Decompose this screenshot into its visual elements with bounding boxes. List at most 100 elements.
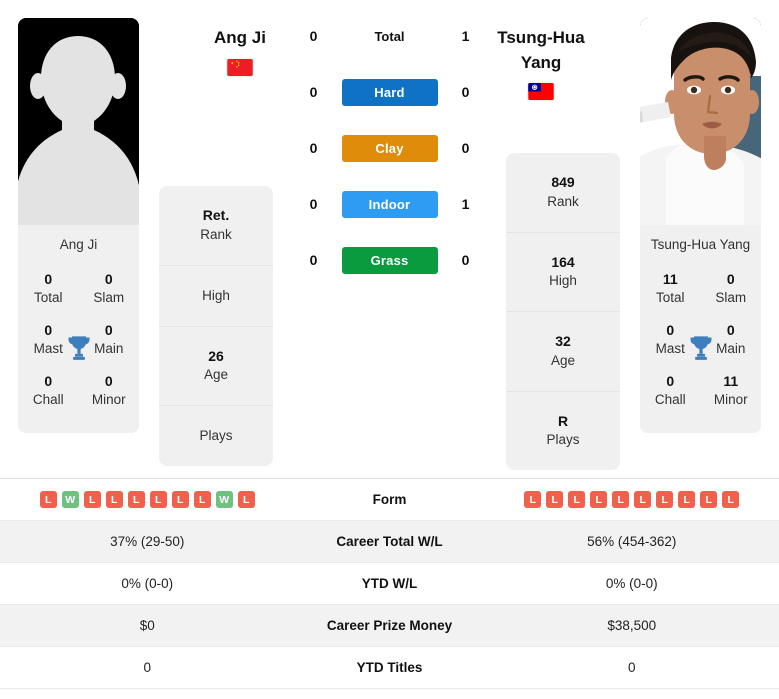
h2h-badge-hard-wrap: Hard	[341, 78, 438, 106]
surface-badge-indoor[interactable]: Indoor	[341, 190, 438, 218]
form-badge-loss[interactable]: L	[105, 491, 123, 508]
left-info-column: Ret. Rank High 26 Age Plays	[157, 8, 275, 470]
info-value: 26	[208, 347, 224, 364]
form-badge-loss[interactable]: L	[612, 491, 630, 508]
table-row: 37% (29-50) Career Total W/L 56% (454-36…	[0, 521, 779, 563]
left-stat-minor: 0 Minor	[79, 366, 140, 417]
form-badge-loss[interactable]: L	[83, 491, 101, 508]
h2h-left-value: 0	[309, 196, 318, 212]
left-photo-caption: Ang Ji	[18, 225, 139, 262]
form-badge-loss[interactable]: L	[237, 491, 255, 508]
left-info-age: 26 Age	[159, 327, 273, 407]
right-info-high: 164 High	[506, 233, 620, 313]
left-player-name: Ang Ji	[214, 28, 266, 47]
row-label-form: Form	[372, 492, 407, 507]
cell-right: $38,500	[607, 618, 657, 633]
info-label: Plays	[199, 428, 233, 444]
form-badge-win[interactable]: W	[215, 491, 233, 508]
stat-label: Total	[33, 289, 63, 305]
right-titles-grid: 11 Total 0 Slam 0 Mast 0 Main 0 Chall 11…	[640, 262, 762, 434]
row-label: YTD Titles	[356, 660, 423, 675]
info-label: Rank	[547, 193, 579, 209]
h2h-badge-grass-wrap: Grass	[341, 246, 438, 274]
stat-value: 11	[662, 271, 678, 287]
stat-label: Chall	[32, 392, 64, 408]
left-titles-grid: 0 Total 0 Slam 0 Mast 0 Main 0 Chall 0 M…	[18, 262, 140, 434]
info-label: High	[549, 273, 577, 289]
h2h-row-total: 0 Total 1	[281, 8, 498, 64]
stat-label: Minor	[713, 392, 748, 408]
table-row-form: LWLLLLLLWL Form LLLLLLLLLL	[0, 479, 779, 521]
form-badge-loss[interactable]: L	[722, 491, 740, 508]
left-player-photo	[18, 18, 139, 225]
right-photo-caption: Tsung-Hua Yang	[640, 225, 761, 262]
form-badge-loss[interactable]: L	[700, 491, 718, 508]
stat-value: 0	[726, 271, 735, 287]
info-label: High	[202, 287, 230, 303]
left-player-heading[interactable]: Ang Ji	[175, 26, 305, 76]
table-row: 0% (0-0) YTD W/L 0% (0-0)	[0, 563, 779, 605]
form-badge-loss[interactable]: L	[568, 491, 586, 508]
form-badge-win[interactable]: W	[61, 491, 79, 508]
stat-value: 0	[104, 373, 113, 390]
left-stat-chall: 0 Chall	[18, 366, 79, 417]
player-comparison-page: Ang Ji 0 Total 0 Slam 0 Mast 0 Main 0 Ch…	[0, 0, 779, 699]
info-label: Age	[550, 352, 576, 368]
h2h-right-value: 0	[461, 140, 470, 156]
form-badge-loss[interactable]: L	[590, 491, 608, 508]
left-info-card: Ret. Rank High 26 Age Plays	[159, 186, 273, 466]
form-badge-loss[interactable]: L	[127, 491, 145, 508]
cell-left: 0	[143, 660, 151, 675]
stat-value: 0	[104, 271, 113, 287]
info-label: Plays	[546, 432, 580, 448]
cell-left: $0	[139, 618, 155, 633]
info-label: Age	[203, 367, 229, 383]
h2h-row-indoor: 0 Indoor 1	[281, 176, 498, 232]
surface-badge-clay[interactable]: Clay	[341, 134, 438, 162]
right-stat-minor: 11 Minor	[701, 366, 762, 417]
right-stat-total: 11 Total	[640, 264, 701, 315]
cell-right: 0% (0-0)	[605, 576, 658, 591]
form-badge-loss[interactable]: L	[149, 491, 167, 508]
right-stat-slam: 0 Slam	[701, 264, 762, 315]
left-info-high: High	[159, 266, 273, 327]
info-value: 32	[555, 333, 571, 350]
right-player-card[interactable]: Tsung-Hua Yang 11 Total 0 Slam 0 Mast 0 …	[640, 18, 762, 434]
row-label: Career Total W/L	[336, 534, 443, 549]
h2h-row-grass: 0 Grass 0	[281, 232, 498, 288]
surface-badge-hard[interactable]: Hard	[341, 78, 438, 106]
cell-right: 56% (454-362)	[587, 534, 677, 549]
stat-value: 11	[723, 373, 739, 390]
h2h-label-total: Total	[374, 28, 405, 44]
form-badge-loss[interactable]: L	[524, 491, 542, 508]
left-stat-total: 0 Total	[18, 264, 79, 315]
cell-left: 37% (29-50)	[110, 534, 185, 549]
stat-label: Total	[655, 289, 685, 305]
stat-label: Chall	[654, 392, 686, 408]
left-info-plays: Plays	[159, 406, 273, 466]
form-badge-loss[interactable]: L	[634, 491, 652, 508]
cn-flag-icon	[227, 58, 253, 76]
form-badge-loss[interactable]: L	[546, 491, 564, 508]
info-value: R	[557, 412, 569, 429]
form-badge-loss[interactable]: L	[656, 491, 674, 508]
form-right-cell: LLLLLLLLLL	[485, 484, 779, 515]
stat-label: Slam	[93, 289, 125, 305]
form-badge-loss[interactable]: L	[171, 491, 189, 508]
h2h-right-value: 0	[461, 252, 470, 268]
right-player-heading[interactable]: Tsung-Hua Yang	[477, 26, 605, 101]
form-badge-loss[interactable]: L	[193, 491, 211, 508]
surface-badge-grass[interactable]: Grass	[341, 246, 438, 274]
stat-value: 0	[666, 373, 675, 390]
form-badge-loss[interactable]: L	[678, 491, 696, 508]
right-info-age: 32 Age	[506, 312, 620, 392]
trophy-icon	[687, 334, 715, 362]
form-badge-loss[interactable]: L	[39, 491, 57, 508]
stat-label: Minor	[91, 392, 126, 408]
row-label: Career Prize Money	[326, 618, 453, 633]
info-value: 164	[551, 253, 575, 270]
left-player-card[interactable]: Ang Ji 0 Total 0 Slam 0 Mast 0 Main 0 Ch…	[18, 18, 140, 434]
right-player-photo	[640, 18, 761, 225]
cell-right: 0	[627, 660, 636, 675]
left-info-rank: Ret. Rank	[159, 186, 273, 266]
